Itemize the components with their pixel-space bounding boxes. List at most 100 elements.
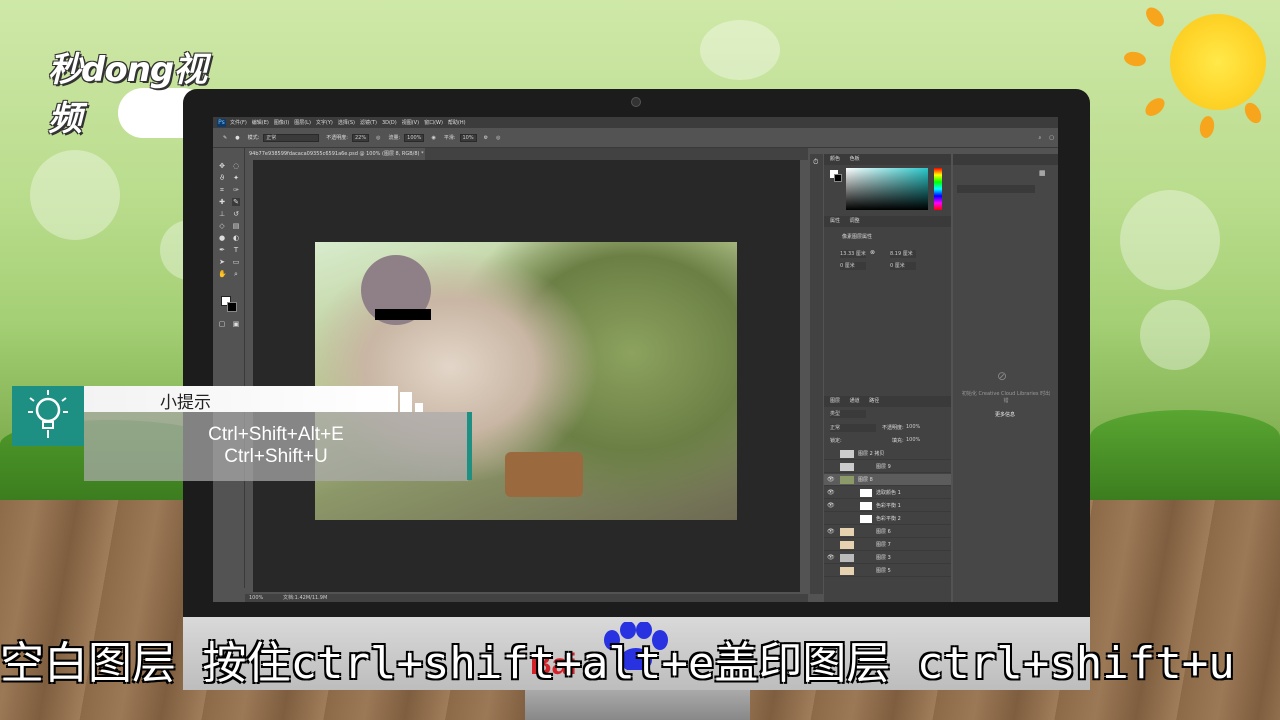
menu-filter[interactable]: 滤镜(T) (360, 119, 377, 126)
tab-swatches[interactable]: 色板 (850, 156, 860, 162)
grass-right (1090, 410, 1280, 500)
menu-type[interactable]: 文字(Y) (316, 119, 333, 126)
menu-help[interactable]: 帮助(H) (448, 119, 466, 126)
link-icon[interactable]: ⊗ (870, 249, 875, 256)
type-tool-icon[interactable]: T (232, 246, 240, 254)
width-field[interactable]: 13.33 厘米 (840, 250, 866, 258)
zoom-tool-icon[interactable]: ⌕ (232, 270, 240, 278)
dodge-tool-icon[interactable]: ◐ (232, 234, 240, 242)
menu-file[interactable]: 文件(F) (230, 119, 247, 126)
menu-image[interactable]: 图像(I) (274, 119, 289, 126)
tip-body: Ctrl+Shift+Alt+E Ctrl+Shift+U (84, 412, 468, 481)
layer-row[interactable]: 👁 选取颜色 1 (824, 487, 951, 499)
height-field[interactable]: 8.19 厘米 (890, 250, 916, 258)
lightbulb-icon (28, 390, 68, 438)
tab-channels[interactable]: 通道 (850, 398, 860, 404)
smooth-field[interactable]: 10% (459, 133, 477, 142)
zoom-level[interactable]: 100% (249, 594, 263, 602)
pen-tool-icon[interactable]: ✒ (218, 246, 226, 254)
photoshop-logo-icon: Ps (217, 118, 226, 127)
layer-row[interactable]: 👁 色彩平衡 1 (824, 500, 951, 512)
gear-icon[interactable]: ⚙ (484, 135, 488, 141)
pressure-opacity-icon[interactable]: ◎ (376, 135, 380, 141)
layer-name: 图层 9 (876, 464, 891, 470)
grid-view-icon[interactable]: ▦ (1039, 169, 1046, 177)
layer-thumbnail (840, 541, 854, 549)
history-icon[interactable]: ⏱ (813, 158, 818, 167)
visibility-icon[interactable]: 👁 (827, 500, 835, 512)
layer-kind-filter[interactable]: 类型 (830, 410, 866, 418)
healing-tool-icon[interactable]: ✚ (218, 198, 226, 206)
crop-tool-icon[interactable]: ⌗ (218, 186, 226, 194)
workspace-icon[interactable]: ▢ (1049, 135, 1054, 141)
libraries-search-field[interactable] (957, 185, 1035, 193)
mode-select[interactable]: 正常 (263, 133, 320, 142)
tab-color[interactable]: 颜色 (830, 156, 840, 162)
gradient-tool-icon[interactable]: ▤ (232, 222, 240, 230)
tab-properties[interactable]: 属性 (830, 218, 840, 224)
path-select-tool-icon[interactable]: ➤ (218, 258, 226, 266)
tab-layers[interactable]: 图层 (830, 398, 840, 404)
menu-3d[interactable]: 3D(D) (382, 120, 397, 126)
x-field[interactable]: 0 厘米 (840, 262, 866, 270)
blur-tool-icon[interactable]: ● (218, 234, 226, 242)
tip-title-bar (84, 386, 398, 412)
layer-row[interactable]: 👁 图层 3 (824, 552, 951, 564)
quick-mask-icon[interactable]: ▢ (218, 320, 226, 328)
pressure-size-icon[interactable]: ◎ (496, 135, 500, 141)
search-icon[interactable]: ⌕ (1038, 135, 1041, 141)
eraser-tool-icon[interactable]: ◇ (218, 222, 226, 230)
menu-edit[interactable]: 编辑(E) (252, 119, 269, 126)
blend-mode-select[interactable]: 正常 (830, 424, 876, 432)
background-color-swatch[interactable] (227, 302, 237, 312)
brush-preset-icon[interactable]: ● (235, 135, 239, 141)
cc-error-message: 初始化 Creative Cloud Libraries 时出错 (961, 391, 1051, 404)
layer-row[interactable]: 色彩平衡 2 (824, 513, 951, 525)
flow-field[interactable]: 100% (404, 133, 425, 142)
layer-row[interactable]: 图层 9 (824, 461, 951, 473)
layer-row[interactable]: 👁 图层 6 (824, 526, 951, 538)
menu-window[interactable]: 窗口(W) (424, 119, 443, 126)
visibility-icon[interactable]: 👁 (827, 487, 835, 499)
menu-view[interactable]: 视图(V) (402, 119, 419, 126)
eyedropper-tool-icon[interactable]: ✑ (232, 186, 240, 194)
layer-row[interactable]: 图层 2 拷贝 (824, 448, 951, 460)
monitor-stand (525, 690, 750, 720)
visibility-icon[interactable]: 👁 (827, 526, 835, 538)
tab-adjustments[interactable]: 调整 (850, 218, 860, 224)
opacity-field[interactable]: 22% (351, 133, 370, 142)
layer-row-selected[interactable]: 👁 图层 8 (824, 474, 951, 486)
visibility-icon[interactable]: 👁 (827, 474, 835, 486)
color-field[interactable] (846, 168, 928, 210)
menu-select[interactable]: 选择(S) (338, 119, 355, 126)
properties-panel-tabs: 属性 调整 (824, 216, 951, 227)
airbrush-icon[interactable]: ◉ (431, 135, 435, 141)
collapsed-panels-strip: ⏱ (810, 154, 823, 594)
brush-tool-icon[interactable]: ✎ (223, 135, 227, 141)
fill-field[interactable]: 100% (906, 437, 920, 443)
shape-tool-icon[interactable]: ▭ (232, 258, 240, 266)
quick-select-tool-icon[interactable]: ✦ (232, 174, 240, 182)
toolbar: ✥ ◌ ϑ ✦ ⌗ ✑ ✚ ✎ ⊥ ↺ ◇ ▤ ● ◐ ✒ T ➤ ▭ ✋ ⌕ … (213, 148, 245, 588)
tab-paths[interactable]: 路径 (869, 398, 879, 404)
layer-row[interactable]: 图层 7 (824, 539, 951, 551)
marquee-tool-icon[interactable]: ◌ (232, 162, 240, 170)
lasso-tool-icon[interactable]: ϑ (218, 174, 226, 182)
hand-tool-icon[interactable]: ✋ (218, 270, 227, 278)
document-size: 文档:1.42M/11.9M (283, 595, 328, 601)
document-tab[interactable]: 94b77e938599fdacaca09355c6591a6e.psd @ 1… (245, 148, 425, 160)
screen-mode-icon[interactable]: ▣ (232, 320, 240, 328)
visibility-icon[interactable]: 👁 (827, 552, 835, 564)
menu-layer[interactable]: 图层(L) (294, 119, 311, 126)
photo-eye-censor-bar (375, 309, 431, 320)
layer-opacity-field[interactable]: 100% (906, 424, 920, 430)
stamp-tool-icon[interactable]: ⊥ (218, 210, 226, 218)
color-background-swatch[interactable] (834, 174, 842, 182)
cc-more-info-link[interactable]: 更多信息 (995, 411, 1015, 418)
layer-row[interactable]: 图层 5 (824, 565, 951, 577)
brush-tool-icon[interactable]: ✎ (232, 198, 240, 206)
move-tool-icon[interactable]: ✥ (218, 162, 226, 170)
y-field[interactable]: 0 厘米 (890, 262, 916, 270)
history-brush-tool-icon[interactable]: ↺ (232, 210, 240, 218)
hue-slider[interactable] (934, 168, 942, 210)
